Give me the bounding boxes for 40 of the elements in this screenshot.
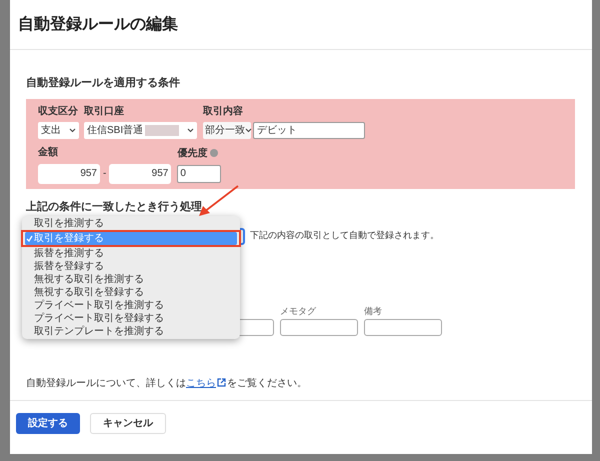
- info-text: 自動登録ルールについて、詳しくはこちら をご覧ください。: [26, 376, 308, 390]
- field-label: 取引内容: [203, 104, 244, 118]
- account-select[interactable]: 住信SBI普通: [84, 122, 197, 138]
- menu-item[interactable]: 無視する取引を登録する: [25, 286, 237, 299]
- menu-item[interactable]: プライベート取引を推測する: [25, 299, 237, 312]
- submit-button[interactable]: 設定する: [16, 413, 80, 434]
- field-label: 取引口座: [84, 104, 125, 118]
- menu-item[interactable]: 振替を登録する: [25, 260, 237, 273]
- cancel-button[interactable]: キャンセル: [90, 413, 166, 434]
- text-input[interactable]: [280, 318, 358, 336]
- section-title: 上記の条件に一致したとき行う処理: [26, 200, 202, 212]
- chevron-icon: [245, 128, 252, 132]
- redaction-blur: [145, 124, 180, 136]
- chevron-icon: [69, 128, 76, 132]
- text-input[interactable]: [364, 318, 442, 336]
- amount-min-input[interactable]: 957: [38, 164, 100, 184]
- field-label: 収支区分: [38, 104, 79, 118]
- chevron-icon: [187, 128, 194, 132]
- external-link-icon[interactable]: [217, 378, 226, 386]
- menu-item[interactable]: 取引を推測する: [25, 217, 237, 230]
- dialog-title: 自動登録ルールの編集: [18, 14, 178, 34]
- field-label: 備考: [364, 304, 383, 316]
- menu-item[interactable]: 取引テンプレートを推測する: [25, 325, 237, 338]
- priority-input[interactable]: 0: [177, 164, 222, 182]
- help-icon[interactable]: [210, 149, 218, 157]
- description-input[interactable]: デビット: [253, 122, 365, 138]
- field-label: メモタグ: [280, 304, 317, 316]
- menu-item[interactable]: 振替を推測する: [25, 247, 237, 260]
- match-select[interactable]: 部分一致: [203, 122, 251, 138]
- field-label: 優先度: [177, 146, 208, 160]
- section-title: 自動登録ルールを適用する条件: [26, 76, 180, 91]
- menu-item[interactable]: プライベート取引を登録する: [25, 312, 237, 325]
- amount-max-input[interactable]: 957: [109, 164, 172, 184]
- check-icon: [26, 235, 33, 242]
- help-link[interactable]: こちら: [186, 378, 216, 388]
- range-dash: -: [103, 167, 106, 181]
- help-text: 下記の内容の取引として自動で登録されます。: [250, 229, 439, 242]
- field-label: 金額: [38, 146, 59, 160]
- type-select[interactable]: 支出: [38, 122, 79, 138]
- menu-item[interactable]: 無視する取引を推測する: [25, 273, 237, 286]
